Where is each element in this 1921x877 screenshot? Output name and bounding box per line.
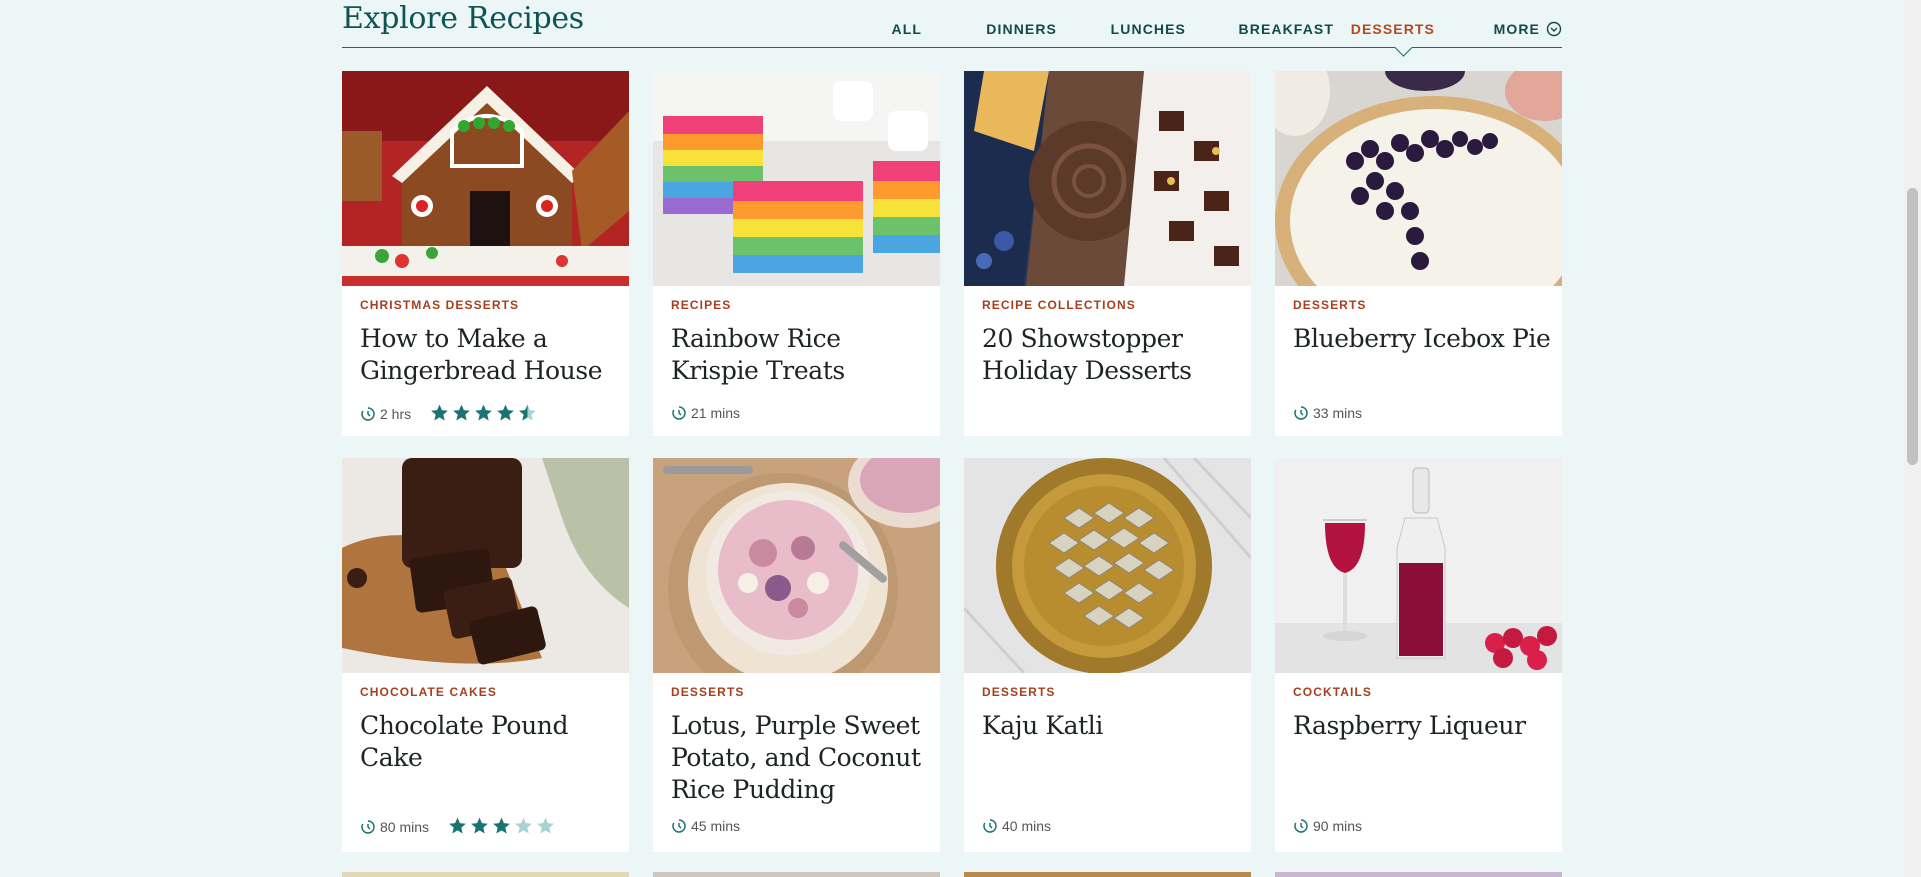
recipe-card[interactable]: CHOCOLATE CAKES Chocolate Pound Cake 80 …: [342, 458, 629, 852]
recipe-card[interactable]: RECIPES Rainbow Rice Krispie Treats 21 m…: [653, 71, 940, 436]
recipe-meta: 80 mins: [360, 816, 557, 839]
recipe-card[interactable]: DESSERTS Blueberry Icebox Pie 33 mins: [1275, 71, 1562, 436]
recipe-image-blueberry-pie: [1275, 71, 1562, 286]
recipe-title: How to Make a Gingerbread House: [360, 324, 603, 385]
recipe-title: Lotus, Purple Sweet Potato, and Coconut …: [671, 711, 921, 804]
star-icon: [471, 817, 488, 834]
star-icon: [497, 404, 514, 421]
recipe-card[interactable]: COCKTAILS Raspberry Liqueur 90 mins: [1275, 458, 1562, 852]
recipe-image-gingerbread-house: [342, 71, 629, 286]
recipe-time: 40 mins: [1002, 818, 1052, 834]
recipe-category: DESSERTS: [671, 685, 745, 699]
clock-icon: [672, 819, 686, 833]
rating-stars: [429, 403, 539, 426]
star-empty-icon: [515, 817, 532, 834]
recipe-title: Chocolate Pound Cake: [360, 711, 569, 772]
star-icon: [453, 404, 470, 421]
star-empty-icon: [537, 817, 554, 834]
clock-icon: [1294, 406, 1308, 420]
clock-icon: [361, 820, 375, 834]
tab-desserts[interactable]: DESSERTS: [1351, 21, 1435, 37]
recipe-title: 20 Showstopper Holiday Desserts: [982, 324, 1192, 385]
recipe-category: CHOCOLATE CAKES: [360, 685, 497, 699]
tab-all[interactable]: ALL: [891, 21, 922, 37]
page-scrollbar[interactable]: [1904, 0, 1921, 877]
recipe-card[interactable]: CHRISTMAS DESSERTS How to Make a Gingerb…: [342, 71, 629, 436]
recipe-meta: 45 mins: [671, 818, 740, 834]
recipe-card[interactable]: DESSERTS Lotus, Purple Sweet Potato, and…: [653, 458, 940, 852]
recipe-meta: 21 mins: [671, 405, 740, 421]
recipe-time: 33 mins: [1313, 405, 1363, 421]
recipe-meta: 90 mins: [1293, 818, 1362, 834]
recipe-category: DESSERTS: [982, 685, 1056, 699]
recipe-category: COCKTAILS: [1293, 685, 1373, 699]
section-title: Explore Recipes: [342, 1, 584, 36]
next-row-card-peek[interactable]: [964, 872, 1251, 877]
tab-more-label: MORE: [1493, 21, 1540, 37]
tab-more[interactable]: MORE: [1494, 21, 1562, 37]
recipe-category: RECIPES: [671, 298, 732, 312]
clock-icon: [1294, 819, 1308, 833]
recipe-time: 21 mins: [691, 405, 741, 421]
tab-breakfast[interactable]: BREAKFAST: [1239, 21, 1334, 37]
recipe-title: Kaju Katli: [982, 711, 1104, 740]
clock-icon: [983, 819, 997, 833]
scrollbar-thumb[interactable]: [1907, 188, 1918, 465]
recipe-image-kaju-katli: [964, 458, 1251, 673]
recipe-image-chocolate-pound-cake: [342, 458, 629, 673]
recipe-card[interactable]: RECIPE COLLECTIONS 20 Showstopper Holida…: [964, 71, 1251, 436]
recipe-card[interactable]: DESSERTS Kaju Katli 40 mins: [964, 458, 1251, 852]
star-icon: [475, 404, 492, 421]
next-row-card-peek[interactable]: [342, 872, 629, 877]
active-tab-indicator: [1394, 38, 1413, 57]
star-half-icon: [519, 404, 536, 421]
recipe-image-holiday-desserts: [964, 71, 1251, 286]
recipe-time: 45 mins: [691, 818, 741, 834]
star-icon: [449, 817, 466, 834]
recipe-meta: 2 hrs: [360, 403, 539, 426]
next-row-card-peek[interactable]: [653, 872, 940, 877]
recipe-category: DESSERTS: [1293, 298, 1367, 312]
clock-icon: [672, 406, 686, 420]
star-icon: [493, 817, 510, 834]
rating-stars: [447, 816, 557, 839]
recipe-meta: 40 mins: [982, 818, 1051, 834]
recipe-title: Blueberry Icebox Pie: [1293, 324, 1551, 353]
tab-lunches[interactable]: LUNCHES: [1111, 21, 1186, 37]
recipe-image-rainbow-treats: [653, 71, 940, 286]
recipe-category: CHRISTMAS DESSERTS: [360, 298, 520, 312]
recipe-title: Rainbow Rice Krispie Treats: [671, 324, 845, 385]
recipe-category: RECIPE COLLECTIONS: [982, 298, 1136, 312]
recipe-meta: 33 mins: [1293, 405, 1362, 421]
recipe-time: 90 mins: [1313, 818, 1363, 834]
recipe-image-raspberry-liqueur: [1275, 458, 1562, 673]
next-row-card-peek[interactable]: [1275, 872, 1562, 877]
star-icon: [431, 404, 448, 421]
recipe-time: 80 mins: [380, 819, 430, 835]
explore-recipes-header: Explore Recipes ALL DINNERS LUNCHES BREA…: [342, 0, 1562, 57]
recipe-time: 2 hrs: [380, 406, 412, 422]
clock-icon: [361, 407, 375, 421]
tab-dinners[interactable]: DINNERS: [986, 21, 1057, 37]
recipe-title: Raspberry Liqueur: [1293, 711, 1526, 740]
recipe-image-rice-pudding: [653, 458, 940, 673]
chevron-down-circle-icon: [1546, 21, 1562, 37]
